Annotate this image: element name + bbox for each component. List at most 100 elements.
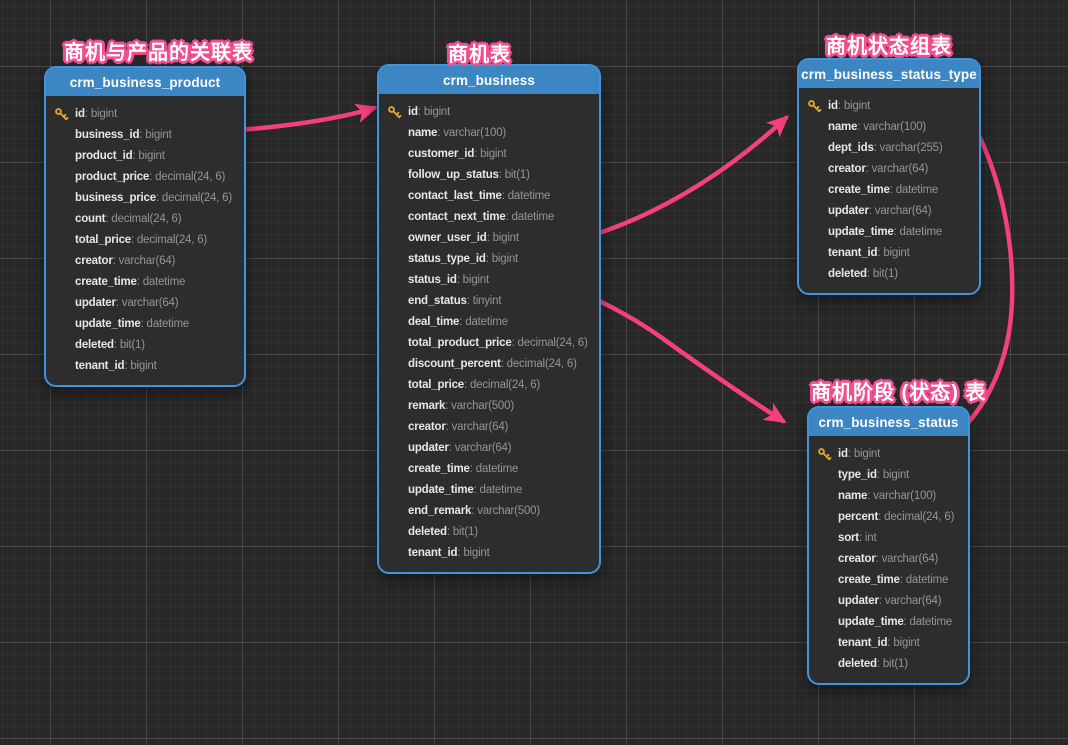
field-type: : decimal(24, 6) [464,379,540,391]
field-name: deleted [75,339,114,351]
field-name: discount_percent [408,358,501,370]
field-row-updater[interactable]: updater: varchar(64) [46,293,244,314]
field-row-id[interactable]: id: bigint [379,102,599,123]
field-row-contact_last_time[interactable]: contact_last_time: datetime [379,186,599,207]
table-annotation-crm_business: 商机表 [448,38,511,67]
field-row-total_product_price[interactable]: total_product_price: decimal(24, 6) [379,333,599,354]
field-row-deleted[interactable]: deleted: bit(1) [809,654,968,675]
field-row-tenant_id[interactable]: tenant_id: bigint [46,356,244,377]
field-row-type_id[interactable]: type_id: bigint [809,465,968,486]
field-type: : bigint [877,469,909,481]
table-crm_business_product[interactable]: crm_business_product id: bigintbusiness_i… [44,66,246,387]
field-row-create_time[interactable]: create_time: datetime [799,180,979,201]
field-row-updater[interactable]: updater: varchar(64) [379,438,599,459]
field-row-id[interactable]: id: bigint [799,96,979,117]
field-row-product_id[interactable]: product_id: bigint [46,146,244,167]
primary-key-icon [817,447,832,462]
field-row-owner_user_id[interactable]: owner_user_id: bigint [379,228,599,249]
field-row-sort[interactable]: sort: int [809,528,968,549]
field-row-creator[interactable]: creator: varchar(64) [799,159,979,180]
table-crm_business_status[interactable]: crm_business_statusid: biginttype_id: bi… [807,406,970,685]
field-row-discount_percent[interactable]: discount_percent: decimal(24, 6) [379,354,599,375]
field-type: : varchar(64) [866,163,929,175]
field-name: type_id [838,469,877,481]
table-header-crm_business_product[interactable]: crm_business_product [46,68,244,96]
field-type: : datetime [470,463,519,475]
field-row-update_time[interactable]: update_time: datetime [799,222,979,243]
field-row-id[interactable]: id: bigint [809,444,968,465]
field-row-deleted[interactable]: deleted: bit(1) [46,335,244,356]
field-type: : decimal(24, 6) [878,511,954,523]
field-name: owner_user_id [408,232,487,244]
field-row-end_remark[interactable]: end_remark: varchar(500) [379,501,599,522]
table-crm_business_status_type[interactable]: crm_business_status_typeid: bigintname: … [797,58,981,295]
field-row-status_id[interactable]: status_id: bigint [379,270,599,291]
field-row-id[interactable]: id: bigint [46,104,244,125]
field-row-update_time[interactable]: update_time: datetime [809,612,968,633]
field-row-name[interactable]: name: varchar(100) [799,117,979,138]
field-row-dept_ids[interactable]: dept_ids: varchar(255) [799,138,979,159]
er-diagram-canvas[interactable]: crm_business_productid: bigintbusiness_i… [0,0,1068,745]
table-crm_business[interactable]: crm_businessid: bigintname: varchar(100)… [377,64,601,574]
table-header-crm_business_status[interactable]: crm_business_status [809,408,968,436]
field-row-business_id[interactable]: business_id: bigint [46,125,244,146]
field-row-creator[interactable]: creator: varchar(64) [46,251,244,272]
field-type: : varchar(255) [874,142,943,154]
field-name: tenant_id [408,547,457,559]
field-type: : bigint [838,100,870,112]
field-row-remark[interactable]: remark: varchar(500) [379,396,599,417]
field-row-create_time[interactable]: create_time: datetime [379,459,599,480]
field-row-tenant_id[interactable]: tenant_id: bigint [809,633,968,654]
field-row-name[interactable]: name: varchar(100) [379,123,599,144]
field-row-deleted[interactable]: deleted: bit(1) [799,264,979,285]
field-row-contact_next_time[interactable]: contact_next_time: datetime [379,207,599,228]
field-name: deal_time [408,316,459,328]
field-name: id [408,106,418,118]
field-row-name[interactable]: name: varchar(100) [809,486,968,507]
field-type: : datetime [474,484,523,496]
field-row-follow_up_status[interactable]: follow_up_status: bit(1) [379,165,599,186]
field-row-updater[interactable]: updater: varchar(64) [799,201,979,222]
field-type: : decimal(24, 6) [105,213,181,225]
field-name: create_time [408,463,470,475]
field-type: : datetime [506,211,555,223]
table-header-crm_business_status_type[interactable]: crm_business_status_type [799,60,979,88]
field-row-create_time[interactable]: create_time: datetime [809,570,968,591]
field-name: update_time [75,318,141,330]
table-body: id: bigintname: varchar(100)dept_ids: va… [799,88,979,293]
field-row-creator[interactable]: creator: varchar(64) [379,417,599,438]
field-name: updater [75,297,116,309]
field-row-customer_id[interactable]: customer_id: bigint [379,144,599,165]
field-name: business_price [75,192,156,204]
field-type: : decimal(24, 6) [512,337,588,349]
field-row-count[interactable]: count: decimal(24, 6) [46,209,244,230]
field-name: creator [75,255,113,267]
field-name: percent [838,511,878,523]
field-row-update_time[interactable]: update_time: datetime [46,314,244,335]
field-row-deleted[interactable]: deleted: bit(1) [379,522,599,543]
field-row-update_time[interactable]: update_time: datetime [379,480,599,501]
field-row-creator[interactable]: creator: varchar(64) [809,549,968,570]
field-name: product_price [75,171,149,183]
field-type: : bigint [457,274,489,286]
field-row-updater[interactable]: updater: varchar(64) [809,591,968,612]
field-row-total_price[interactable]: total_price: decimal(24, 6) [379,375,599,396]
field-row-status_type_id[interactable]: status_type_id: bigint [379,249,599,270]
field-row-end_status[interactable]: end_status: tinyint [379,291,599,312]
table-header-crm_business[interactable]: crm_business [379,66,599,94]
field-row-create_time[interactable]: create_time: datetime [46,272,244,293]
field-row-product_price[interactable]: product_price: decimal(24, 6) [46,167,244,188]
table-body: id: bigintname: varchar(100)customer_id:… [379,94,599,572]
field-type: : bigint [457,547,489,559]
field-row-tenant_id[interactable]: tenant_id: bigint [379,543,599,564]
field-row-tenant_id[interactable]: tenant_id: bigint [799,243,979,264]
field-name: contact_last_time [408,190,502,202]
field-type: : varchar(100) [437,127,506,139]
field-row-total_price[interactable]: total_price: decimal(24, 6) [46,230,244,251]
field-type: : varchar(64) [869,205,932,217]
field-row-percent[interactable]: percent: decimal(24, 6) [809,507,968,528]
field-type: : datetime [894,226,943,238]
field-row-business_price[interactable]: business_price: decimal(24, 6) [46,188,244,209]
field-row-deal_time[interactable]: deal_time: datetime [379,312,599,333]
field-type: : bigint [85,108,117,120]
